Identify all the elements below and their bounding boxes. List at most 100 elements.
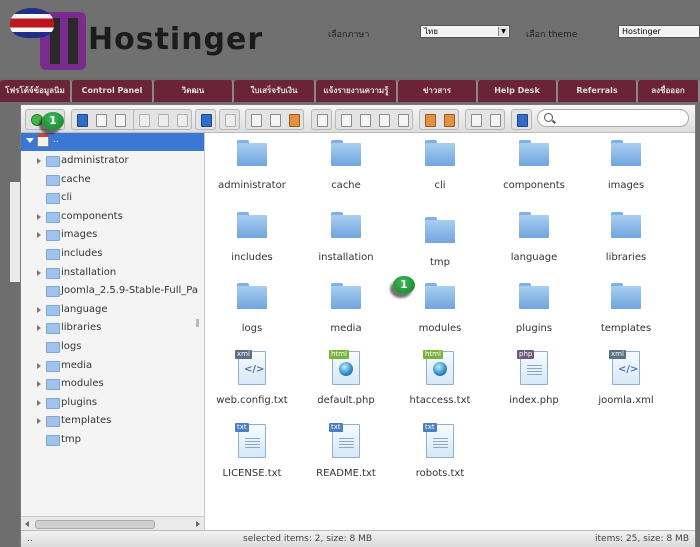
upload-button[interactable] [92,111,109,128]
hostinger-logo[interactable]: Hostinger [10,8,262,70]
file-item[interactable]: txt LICENSE.txt [205,421,299,491]
folder-item[interactable]: cli [393,133,487,203]
scroll-left-icon[interactable] [25,521,29,527]
folder-item[interactable]: media [299,276,393,346]
expand-arrow-icon[interactable] [37,158,41,164]
file-item[interactable]: txt robots.txt [393,421,487,491]
folder-icon [46,193,60,205]
folder-icon [519,283,549,309]
file-item[interactable]: html htaccess.txt [393,348,487,418]
tree-splitter-handle[interactable] [196,319,199,327]
cut-button[interactable] [266,111,283,128]
tree-item[interactable]: administrator [21,152,204,170]
folder-icon [425,140,455,166]
tree-item[interactable]: logs [21,338,204,356]
nav-item[interactable]: ลงชื่อออก [638,80,700,102]
paste-button[interactable] [285,111,302,128]
folder-item[interactable]: includes [205,205,299,275]
file-item[interactable]: php index.php [487,348,581,418]
nav-item[interactable]: ใบเสร็จรับเงิน [234,80,316,102]
expand-arrow-icon[interactable] [37,269,41,276]
list-view-button[interactable] [486,111,503,128]
duplicate-button[interactable] [337,111,354,128]
theme-select[interactable]: Hostinger [618,25,700,38]
scrollbar-thumb[interactable] [35,520,155,529]
archive-button[interactable] [440,111,457,128]
new-file-button[interactable] [111,111,128,128]
expand-arrow-icon[interactable] [37,325,41,332]
tree-item[interactable]: cli [21,189,204,207]
folder-item[interactable]: tmp [393,205,487,275]
folder-item[interactable]: installation [299,205,393,275]
file-item[interactable]: xml </> web.config.txt [205,348,299,418]
tree-item[interactable]: media [21,357,204,375]
tree-item[interactable]: installation [21,264,204,282]
file-item[interactable]: txt README.txt [299,421,393,491]
expand-arrow-icon[interactable] [37,418,41,425]
nav-item[interactable]: โฟรโต้จ์ข้อมูลนิม [0,80,72,102]
folder-item[interactable]: language [487,205,581,275]
open-button[interactable] [135,111,152,128]
expand-arrow-icon[interactable] [37,232,41,239]
tree-item[interactable]: libraries [21,319,204,337]
copy-button[interactable] [247,111,264,128]
file-item[interactable]: xml </> joomla.xml [579,348,673,418]
folder-item[interactable]: logs [205,276,299,346]
tree-item[interactable]: modules [21,375,204,393]
nav-item[interactable]: แจ้งรายงานความรู้ [316,80,398,102]
tree-item[interactable]: components [21,208,204,226]
tree-item[interactable]: Joomla_2.5.9-Stable-Full_Pa [21,282,204,300]
expand-arrow-icon[interactable] [37,381,41,388]
tree-item[interactable]: includes [21,245,204,263]
file-name: plugins [515,323,553,334]
info-button[interactable] [197,111,214,128]
download-button[interactable] [154,111,171,128]
up-folder-button[interactable] [73,111,90,128]
expand-arrow-icon[interactable] [37,362,41,369]
nav-item[interactable]: Control Panel [72,80,154,102]
folder-item[interactable]: templates [579,276,673,346]
tree-item[interactable]: plugins [21,394,204,412]
html-file-icon: html [329,350,360,385]
file-name: README.txt [316,468,376,479]
tree-item[interactable]: tmp [21,431,204,449]
nav-item[interactable]: ข่าวสาร [398,80,478,102]
getfile-button[interactable] [173,111,190,128]
help-button[interactable] [513,111,530,128]
tree-item[interactable]: language [21,301,204,319]
language-select[interactable]: ไทย ▼ [420,25,510,38]
expand-arrow-icon[interactable] [37,306,41,313]
tree-item[interactable]: cache [21,171,204,189]
tree-root-item[interactable]: .. [21,133,204,151]
nav-item[interactable]: วิดฒน [154,80,234,102]
icons-view-button[interactable] [467,111,484,128]
tree-item-label: cli [61,192,73,204]
folder-item[interactable]: images [579,133,673,203]
extract-button[interactable] [421,111,438,128]
scroll-right-icon[interactable] [196,521,200,527]
edit-button[interactable] [375,111,392,128]
folder-item[interactable]: plugins [487,276,581,346]
folder-item[interactable]: cache [299,133,393,203]
tree-item[interactable]: templates [21,412,204,430]
folder-item[interactable]: libraries [579,205,673,275]
file-item[interactable]: html default.php [299,348,393,418]
resize-button[interactable] [394,111,411,128]
tree-item[interactable]: images [21,226,204,244]
search-input[interactable] [556,112,682,124]
expand-arrow-icon[interactable] [37,399,41,406]
nav-item[interactable]: Referrals [558,80,638,102]
tree-item-label: logs [61,341,82,352]
search-box[interactable] [537,109,689,127]
expand-arrow-icon[interactable] [37,213,41,220]
delete-button[interactable] [313,111,330,128]
rename-button[interactable] [356,111,373,128]
quicklook-button[interactable] [221,111,238,128]
tree-horizontal-scrollbar[interactable] [21,516,204,530]
expand-arrow-icon[interactable] [26,138,34,143]
home-icon [36,133,50,147]
nav-item[interactable]: Help Desk [478,80,558,102]
folder-item[interactable]: administrator [205,133,299,203]
folder-item[interactable]: components [487,133,581,203]
tree-item-label: templates [61,415,112,427]
